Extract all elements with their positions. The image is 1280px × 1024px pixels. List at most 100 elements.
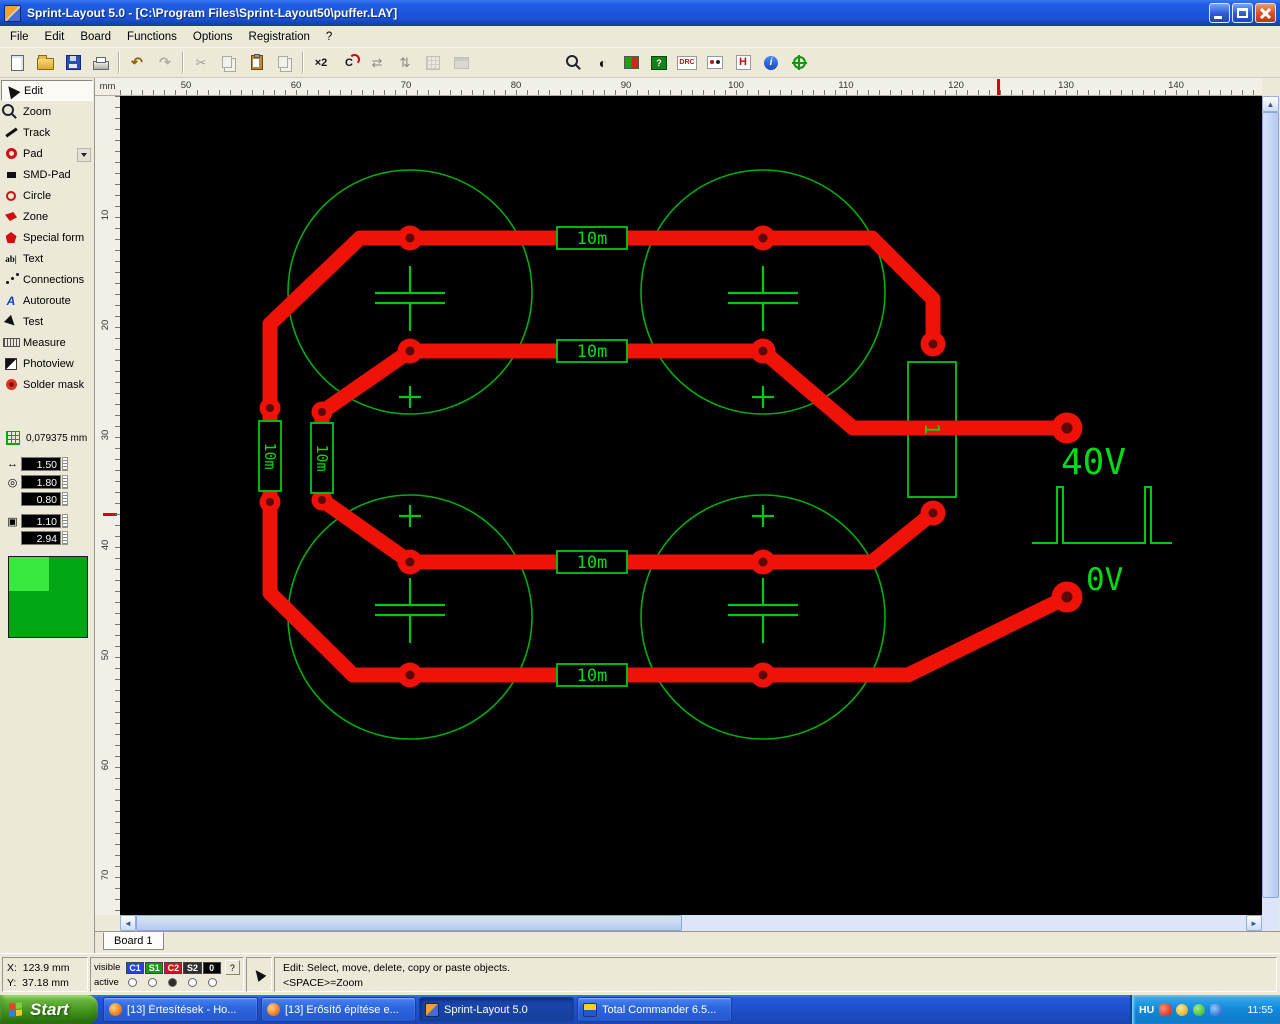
hpgl-button[interactable]: H [729, 50, 757, 76]
pad-dropdown-button[interactable] [77, 148, 91, 162]
library-button[interactable] [447, 50, 475, 76]
layer-chip-s1[interactable]: S1 [145, 961, 164, 974]
taskbar-task-3[interactable]: Sprint-Layout 5.0 [419, 997, 574, 1022]
pad-drill-spinner[interactable] [62, 492, 68, 506]
duplicate-button[interactable] [271, 50, 299, 76]
close-button[interactable] [1255, 3, 1276, 23]
check-button[interactable]: ? [645, 50, 673, 76]
language-indicator[interactable]: HU [1139, 1004, 1154, 1016]
zoom-button[interactable] [561, 50, 589, 76]
track-width-spinner[interactable] [62, 457, 68, 471]
menu-functions[interactable]: Functions [119, 28, 185, 46]
scroll-left-button[interactable]: ◄ [120, 915, 136, 931]
tool-special-form[interactable]: Special form [1, 227, 93, 248]
start-button[interactable]: Start [0, 995, 98, 1024]
layer-chip-c2[interactable]: C2 [164, 961, 183, 974]
tool-smd-pad[interactable]: SMD-Pad [1, 164, 93, 185]
layer-help-button[interactable]: ? [224, 960, 240, 975]
voltage-label-40v[interactable]: 40V [1061, 442, 1126, 483]
track-width-field[interactable]: 1.50 [21, 457, 61, 471]
mirror-vertical-button[interactable] [391, 50, 419, 76]
minimize-button[interactable] [1209, 3, 1230, 23]
display-icon[interactable] [1210, 1003, 1223, 1016]
capacitor-outlines[interactable] [287, 169, 886, 740]
layer-chip-c1[interactable]: C1 [126, 961, 145, 974]
layer-chip-s2[interactable]: S2 [183, 961, 202, 974]
print-button[interactable] [87, 50, 115, 76]
taskbar-task-2[interactable]: [13] Erősítő építése e... [261, 997, 416, 1022]
tool-zoom[interactable]: Zoom [1, 101, 93, 122]
active-layer-radio-c2[interactable] [168, 978, 177, 987]
smd-height-spinner[interactable] [62, 531, 68, 545]
tool-solder-mask[interactable]: Solder mask [1, 374, 93, 395]
board-tab[interactable]: Board 1 [103, 932, 164, 950]
volume-icon[interactable] [1176, 1003, 1189, 1016]
clock[interactable]: 11:55 [1248, 1004, 1274, 1016]
rotate-button[interactable]: C [335, 50, 363, 76]
pads[interactable] [259, 225, 1083, 688]
antivirus-icon[interactable] [1159, 1003, 1172, 1016]
photoview-button[interactable] [589, 50, 617, 76]
taskbar-task-1[interactable]: [13] Értesítések - Ho... [103, 997, 258, 1022]
pad-outer-spinner[interactable] [62, 475, 68, 489]
new-button[interactable] [3, 50, 31, 76]
smd-width-field[interactable]: 1.10 [21, 514, 61, 528]
active-layer-radio-0[interactable] [208, 978, 217, 987]
voltage-label-0v[interactable]: 0V [1086, 562, 1123, 598]
tool-test[interactable]: Test [1, 311, 93, 332]
undo-button[interactable] [123, 50, 151, 76]
drc-button[interactable]: DRC [673, 50, 701, 76]
tool-pad[interactable]: Pad [1, 143, 93, 164]
redo-button[interactable] [151, 50, 179, 76]
scroll-right-button[interactable]: ► [1246, 915, 1262, 931]
horizontal-scrollbar[interactable]: ◄ ► [120, 915, 1262, 931]
scroll-up-button[interactable]: ▲ [1262, 96, 1279, 112]
active-layer-radio-s1[interactable] [148, 978, 157, 987]
pad-outer-field[interactable]: 1.80 [21, 475, 61, 489]
layer-chip-0[interactable]: 0 [202, 961, 221, 974]
grid-setting-button[interactable]: 0,079375 mm [3, 430, 87, 446]
open-button[interactable] [31, 50, 59, 76]
menu-board[interactable]: Board [72, 28, 119, 46]
tool-edit[interactable]: Edit [1, 80, 93, 101]
mirror-horizontal-button[interactable] [363, 50, 391, 76]
tool-text[interactable]: ab| Text [1, 248, 93, 269]
origin-button[interactable] [785, 50, 813, 76]
layer-color-swatch[interactable] [8, 556, 88, 638]
copy-button[interactable] [215, 50, 243, 76]
menu-registration[interactable]: Registration [241, 28, 318, 46]
pad-drill-field[interactable]: 0.80 [21, 492, 61, 506]
active-layer-radio-s2[interactable] [188, 978, 197, 987]
tool-circle[interactable]: Circle [1, 185, 93, 206]
menu-edit[interactable]: Edit [37, 28, 73, 46]
save-button[interactable] [59, 50, 87, 76]
paste-button[interactable] [243, 50, 271, 76]
menu-help[interactable]: ? [318, 28, 340, 46]
tool-photoview[interactable]: Photoview [1, 353, 93, 374]
smd-width-spinner[interactable] [62, 514, 68, 528]
active-layer-radio-c1[interactable] [128, 978, 137, 987]
taskbar-task-4[interactable]: Total Commander 6.5... [577, 997, 732, 1022]
menu-file[interactable]: File [2, 28, 37, 46]
board-canvas[interactable]: 10m 10m 10m 10m 10m 10m 1 40V 0V [120, 96, 1262, 915]
scale-x2-button[interactable]: ×2 [307, 50, 335, 76]
tool-connections[interactable]: Connections [1, 269, 93, 290]
maximize-button[interactable] [1232, 3, 1253, 23]
info-button[interactable]: i [757, 50, 785, 76]
layer-colors-button[interactable] [617, 50, 645, 76]
pulse-waveform[interactable] [1032, 486, 1172, 544]
vertical-scrollbar[interactable]: ▲ ▼ [1262, 96, 1279, 931]
capacitor-symbols[interactable] [375, 266, 798, 643]
horizontal-scroll-thumb[interactable] [136, 915, 682, 931]
resistors[interactable]: 10m 10m 10m 10m 10m 10m [258, 226, 628, 687]
tool-autoroute[interactable]: A Autoroute [1, 290, 93, 311]
smd-height-field[interactable]: 2.94 [21, 531, 61, 545]
tool-track[interactable]: Track [1, 122, 93, 143]
messenger-icon[interactable] [1193, 1003, 1206, 1016]
tool-measure[interactable]: Measure [1, 332, 93, 353]
vertical-scroll-thumb[interactable] [1262, 112, 1279, 898]
tool-zone[interactable]: Zone [1, 206, 93, 227]
gerber-button[interactable] [701, 50, 729, 76]
align-grid-button[interactable] [419, 50, 447, 76]
cut-button[interactable] [187, 50, 215, 76]
